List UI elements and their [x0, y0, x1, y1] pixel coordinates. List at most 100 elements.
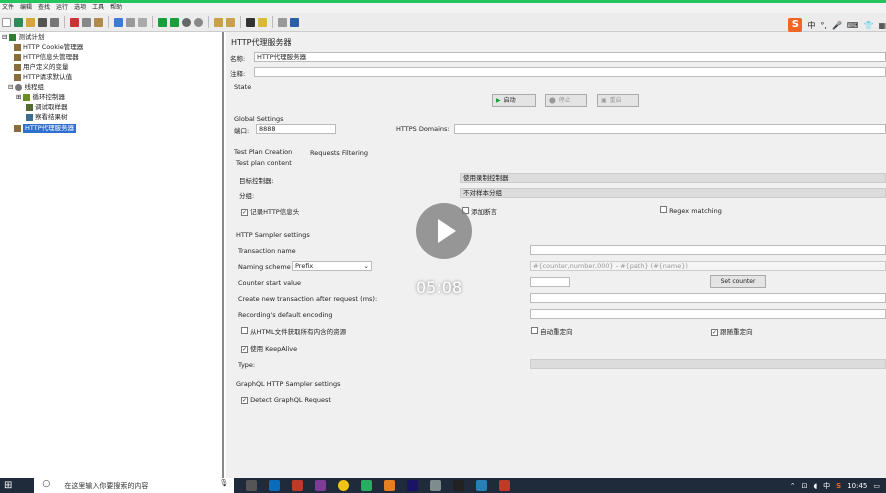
- new-icon[interactable]: [2, 17, 11, 27]
- microphone-icon[interactable]: 🎙: [220, 479, 229, 487]
- port-field[interactable]: 8888: [256, 124, 336, 134]
- naming-pattern-field[interactable]: #{counter,number,000} - #{path} (#{name}…: [530, 261, 886, 271]
- clear-all-icon[interactable]: [226, 17, 235, 27]
- network-icon[interactable]: ⊡: [802, 482, 808, 490]
- copy-icon[interactable]: [82, 17, 91, 27]
- menu-search[interactable]: 查找: [38, 3, 50, 13]
- start-no-pause-icon[interactable]: [170, 17, 179, 27]
- stop-icon[interactable]: [182, 17, 191, 27]
- checkbox-icon[interactable]: [660, 206, 667, 213]
- video-play-icon[interactable]: [416, 203, 472, 259]
- keyboard-icon[interactable]: ⌨: [847, 21, 859, 30]
- clock[interactable]: 10:45: [847, 482, 867, 490]
- templates-icon[interactable]: [14, 17, 23, 27]
- tray-up-icon[interactable]: ⌃: [790, 482, 796, 490]
- default-encoding-field[interactable]: [530, 309, 886, 319]
- microphone-icon[interactable]: 🎤: [832, 21, 842, 30]
- retrieve-resources-checkbox[interactable]: 从HTML文件获取所有内含的资源: [241, 326, 346, 336]
- menu-run[interactable]: 运行: [56, 3, 68, 13]
- expand-icon[interactable]: [114, 17, 123, 27]
- app-icon[interactable]: [361, 480, 373, 491]
- tree-item[interactable]: HTTP信息头管理器: [14, 53, 79, 62]
- comment-field[interactable]: [254, 67, 886, 77]
- checkbox-checked-icon[interactable]: ✓: [241, 209, 248, 216]
- sogou-tray-icon[interactable]: S: [836, 482, 841, 490]
- regex-matching-checkbox[interactable]: Regex matching: [660, 206, 722, 215]
- punctuation-icon[interactable]: °,: [820, 21, 827, 30]
- set-counter-button[interactable]: Set counter: [710, 275, 766, 288]
- grid-icon[interactable]: ▦: [878, 21, 886, 30]
- ime-indicator[interactable]: 中: [823, 481, 830, 491]
- record-headers-checkbox[interactable]: ✓ 记录HTTP信息头: [241, 206, 299, 216]
- tree-item[interactable]: ⊟ 测试计划: [2, 33, 44, 42]
- notification-icon[interactable]: ▭: [873, 482, 880, 490]
- counter-start-field[interactable]: [530, 277, 570, 287]
- tree-item[interactable]: HTTP请求默认值: [14, 73, 72, 82]
- detect-graphql-checkbox[interactable]: ✓ Detect GraphQL Request: [241, 396, 331, 404]
- start-icon[interactable]: [158, 17, 167, 27]
- app-icon[interactable]: [384, 480, 396, 491]
- cut-icon[interactable]: [70, 17, 79, 27]
- checkbox-icon[interactable]: [241, 327, 248, 334]
- tab-requests-filtering[interactable]: Requests Filtering: [308, 148, 370, 158]
- toggle-icon[interactable]: [138, 17, 147, 27]
- menu-edit[interactable]: 编辑: [20, 3, 32, 13]
- save-as-icon[interactable]: [50, 17, 59, 27]
- checkbox-checked-icon[interactable]: ✓: [241, 346, 248, 353]
- paste-icon[interactable]: [94, 17, 103, 27]
- volume-icon[interactable]: ◖: [813, 482, 817, 490]
- task-view-icon[interactable]: [246, 480, 258, 491]
- skin-icon[interactable]: 👕: [863, 21, 873, 30]
- app-icon[interactable]: [476, 480, 488, 491]
- https-domains-field[interactable]: [454, 124, 886, 134]
- collapse-toggle-icon[interactable]: ⊟: [8, 83, 13, 92]
- photoshop-icon[interactable]: [407, 480, 419, 491]
- expand-toggle-icon[interactable]: ⊞: [16, 93, 21, 102]
- menu-tools[interactable]: 工具: [92, 3, 104, 13]
- help-icon[interactable]: [290, 17, 299, 27]
- naming-scheme-select[interactable]: Prefix ⌄: [292, 261, 372, 271]
- tree-item[interactable]: 调试取样器: [26, 103, 68, 112]
- tree-item[interactable]: ⊟ 线程组: [8, 83, 44, 92]
- restart-button[interactable]: ▣ 重启: [597, 94, 639, 107]
- keepalive-checkbox[interactable]: ✓ 使用 KeepAlive: [241, 343, 297, 353]
- stop-button[interactable]: ⬤ 停止: [545, 94, 587, 107]
- taskbar-search[interactable]: ○ 在这里输入你要搜索的内容 🎙: [34, 478, 235, 493]
- follow-redirect-checkbox[interactable]: ✓ 跟随重定向: [711, 326, 753, 336]
- tree-item[interactable]: 用户定义的变量: [14, 63, 69, 72]
- tree-item-selected[interactable]: HTTP代理服务器: [14, 124, 77, 133]
- shutdown-icon[interactable]: [194, 17, 203, 27]
- save-icon[interactable]: [38, 17, 47, 27]
- target-controller-select[interactable]: 使用录制控制器: [460, 173, 886, 183]
- terminal-icon[interactable]: [453, 480, 465, 491]
- app-icon[interactable]: [315, 480, 327, 491]
- jmeter-icon[interactable]: [499, 480, 511, 491]
- type-field[interactable]: [530, 359, 886, 369]
- tree-item[interactable]: HTTP Cookie管理器: [14, 43, 83, 52]
- open-icon[interactable]: [26, 17, 35, 27]
- auto-redirect-checkbox[interactable]: 自动重定向: [531, 326, 573, 336]
- create-new-transaction-field[interactable]: [530, 293, 886, 303]
- binoculars-icon[interactable]: [246, 17, 255, 27]
- tree-item[interactable]: ⊞ 循环控制器: [16, 93, 65, 102]
- sogou-logo-icon[interactable]: S: [788, 18, 803, 32]
- ime-mode[interactable]: 中: [807, 20, 815, 31]
- app-icon[interactable]: [292, 480, 304, 491]
- collapse-icon[interactable]: [126, 17, 135, 27]
- checkbox-checked-icon[interactable]: ✓: [711, 329, 718, 336]
- start-button[interactable]: ▶ 启动: [492, 94, 536, 107]
- collapse-toggle-icon[interactable]: ⊟: [2, 33, 7, 42]
- mail-icon[interactable]: [269, 480, 281, 491]
- menu-file[interactable]: 文件: [2, 3, 14, 13]
- checkbox-icon[interactable]: [531, 327, 538, 334]
- checkbox-checked-icon[interactable]: ✓: [241, 397, 248, 404]
- clear-icon[interactable]: [214, 17, 223, 27]
- windows-start-icon[interactable]: ⊞: [4, 480, 12, 491]
- menu-options[interactable]: 选项: [74, 3, 86, 13]
- function-helper-icon[interactable]: [278, 17, 287, 27]
- reset-search-icon[interactable]: [258, 17, 267, 27]
- grouping-select[interactable]: 不对样本分组: [460, 188, 886, 198]
- transaction-name-field[interactable]: [530, 245, 886, 255]
- menu-help[interactable]: 帮助: [110, 3, 122, 13]
- name-field[interactable]: HTTP代理服务器: [254, 52, 886, 62]
